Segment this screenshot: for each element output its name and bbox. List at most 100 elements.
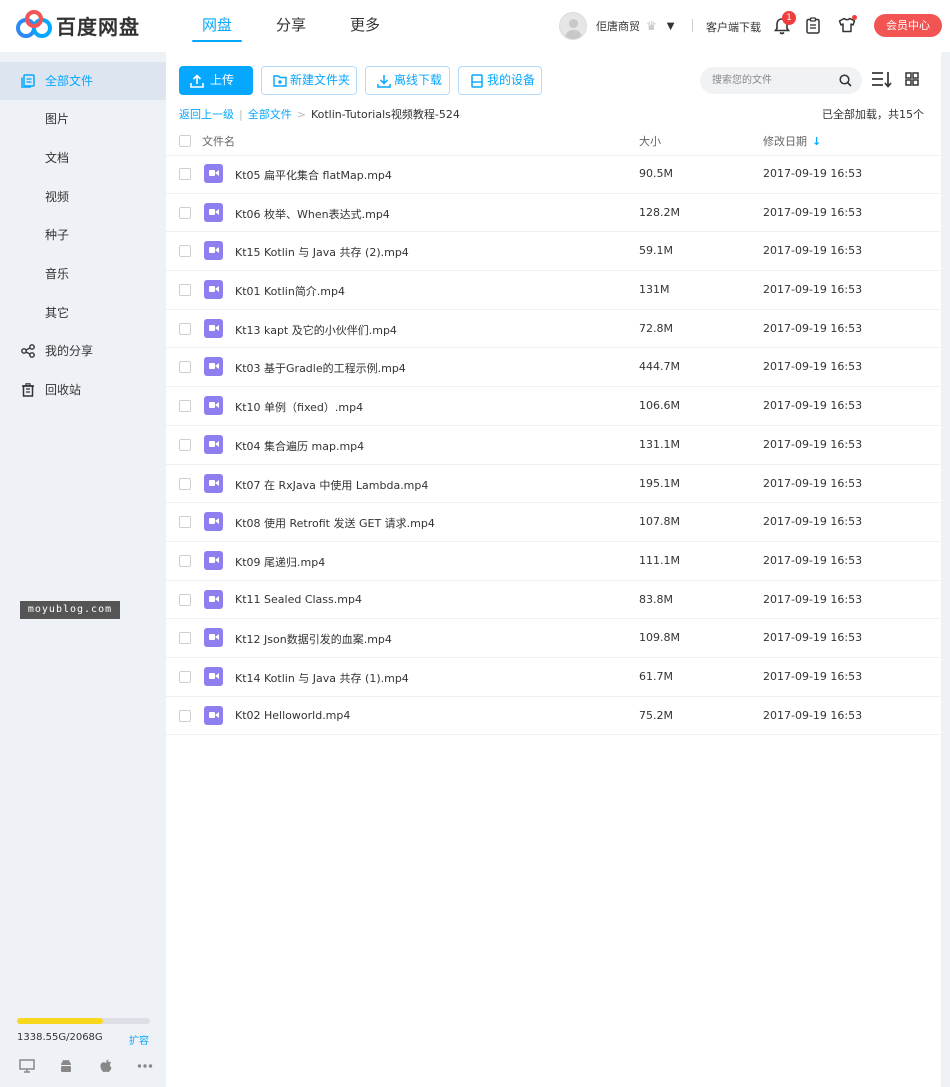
sidebar-item-label: 文档 [45, 151, 70, 165]
column-header-name[interactable]: 文件名 [202, 133, 235, 149]
sidebar-item-my-shares[interactable]: 我的分享 [0, 332, 166, 370]
file-name[interactable]: Kt07 在 RxJava 中使用 Lambda.mp4 [235, 477, 428, 493]
chevron-down-icon[interactable]: ▼ [667, 21, 675, 32]
table-row[interactable]: Kt03 基于Gradle的工程示例.mp4 444.7M 2017-09-19 1… [166, 348, 941, 388]
file-size: 59.1M [639, 244, 673, 258]
column-header-date[interactable]: 修改日期 ↓ [763, 133, 821, 149]
sidebar-item-all-files[interactable]: 全部文件 [0, 62, 166, 100]
table-row[interactable]: Kt06 枚举、When表达式.mp4 128.2M 2017-09-19 16:5… [166, 194, 941, 233]
column-header-size[interactable]: 大小 [639, 133, 661, 149]
storage-quota-bar [17, 1018, 150, 1024]
username[interactable]: 佢唐商贸 [596, 18, 640, 34]
breadcrumb-back-link[interactable]: 返回上一级 [179, 106, 234, 122]
row-checkbox[interactable] [179, 168, 191, 180]
my-devices-button[interactable]: 我的设备 [458, 66, 542, 95]
file-name[interactable]: Kt14 Kotlin 与 Java 共存 (1).mp4 [235, 670, 409, 686]
row-checkbox[interactable] [179, 361, 191, 374]
row-checkbox[interactable] [179, 670, 191, 683]
table-row[interactable]: Kt10 单例（fixed）.mp4 106.6M 2017-09-19 16:53 [166, 387, 941, 426]
grid-view-icon[interactable] [905, 72, 919, 86]
video-file-icon [204, 512, 223, 532]
sidebar-item-torrents[interactable]: 种子 [0, 216, 166, 254]
table-row[interactable]: Kt13 kapt 及它的小伙伴们.mp4 72.8M 2017-09-19 16:… [166, 310, 941, 349]
my-devices-label: 我的设备 [487, 73, 536, 87]
file-name[interactable]: Kt03 基于Gradle的工程示例.mp4 [235, 360, 406, 376]
table-row[interactable]: Kt08 使用 Retrofit 发送 GET 请求.mp4 107.8M 2017… [166, 503, 941, 542]
logo-text: 百度网盘 [56, 14, 140, 39]
sidebar-item-documents[interactable]: 文档 [0, 139, 166, 177]
logo[interactable]: 百度网盘 [16, 10, 140, 40]
row-checkbox[interactable] [179, 593, 191, 606]
row-checkbox[interactable] [179, 245, 191, 258]
offline-download-button[interactable]: 离线下载 [365, 66, 450, 95]
sidebar-item-music[interactable]: 音乐 [0, 255, 166, 293]
table-row[interactable]: Kt14 Kotlin 与 Java 共存 (1).mp4 61.7M 2017-0… [166, 658, 941, 697]
storage-quota-fill [17, 1018, 104, 1024]
file-name[interactable]: Kt01 Kotlin简介.mp4 [235, 283, 345, 299]
row-checkbox[interactable] [179, 400, 191, 413]
select-all-checkbox[interactable] [179, 135, 191, 147]
row-checkbox[interactable] [179, 284, 191, 297]
breadcrumb-all-files-link[interactable]: 全部文件 [248, 106, 292, 122]
nav-netdisk[interactable]: 网盘 [180, 0, 254, 52]
apple-icon[interactable] [98, 1059, 114, 1073]
row-checkbox[interactable] [179, 516, 191, 529]
table-row[interactable]: Kt05 扁平化集合 flatMap.mp4 90.5M 2017-09-19 16… [166, 155, 941, 194]
file-name[interactable]: Kt04 集合遍历 map.mp4 [235, 438, 364, 454]
file-name[interactable]: Kt12 Json数据引发的血案.mp4 [235, 631, 392, 647]
video-file-icon [204, 396, 223, 416]
vip-center-button[interactable]: 会员中心 [874, 14, 942, 37]
client-download-link[interactable]: 客户端下载 [706, 19, 761, 35]
sidebar-item-videos[interactable]: 视频 [0, 178, 166, 216]
sort-icon[interactable] [871, 71, 893, 88]
nav-share[interactable]: 分享 [254, 0, 328, 52]
expand-storage-link[interactable]: 扩容 [129, 1032, 149, 1047]
sidebar-item-images[interactable]: 图片 [0, 100, 166, 138]
row-checkbox[interactable] [179, 477, 191, 490]
sidebar-item-label: 回收站 [45, 383, 82, 397]
row-checkbox[interactable] [179, 322, 191, 335]
share-icon [21, 344, 35, 358]
file-name[interactable]: Kt11 Sealed Class.mp4 [235, 593, 362, 606]
user-menu[interactable]: 佢唐商贸 ♛ ▼ [559, 12, 674, 40]
desktop-icon[interactable] [19, 1059, 35, 1073]
table-row[interactable]: Kt11 Sealed Class.mp4 83.8M 2017-09-19 16:… [166, 581, 941, 620]
table-row[interactable]: Kt15 Kotlin 与 Java 共存 (2).mp4 59.1M 2017-0… [166, 232, 941, 272]
table-row[interactable]: Kt02 Helloworld.mp4 75.2M 2017-09-19 16:53 [166, 697, 941, 736]
row-checkbox[interactable] [179, 206, 191, 219]
file-name[interactable]: Kt08 使用 Retrofit 发送 GET 请求.mp4 [235, 515, 435, 531]
sidebar-item-label: 全部文件 [45, 74, 94, 88]
row-checkbox[interactable] [179, 709, 191, 722]
clipboard-icon[interactable] [806, 17, 820, 34]
table-row[interactable]: Kt09 尾递归.mp4 111.1M 2017-09-19 16:53 [166, 542, 941, 581]
sidebar-item-recycle-bin[interactable]: 回收站 [0, 371, 166, 409]
row-checkbox[interactable] [179, 554, 191, 567]
android-icon[interactable] [58, 1059, 74, 1073]
skin-new-dot [852, 15, 857, 20]
more-devices-icon[interactable] [137, 1059, 153, 1073]
file-name[interactable]: Kt05 扁平化集合 flatMap.mp4 [235, 167, 392, 183]
sidebar-item-others[interactable]: 其它 [0, 294, 166, 332]
file-name[interactable]: Kt06 枚举、When表达式.mp4 [235, 206, 390, 222]
table-row[interactable]: Kt12 Json数据引发的血案.mp4 109.8M 2017-09-19 16:… [166, 619, 941, 658]
search-input[interactable] [712, 72, 830, 89]
file-name[interactable]: Kt09 尾递归.mp4 [235, 554, 325, 570]
nav-more[interactable]: 更多 [328, 0, 402, 52]
offline-download-label: 离线下载 [394, 73, 443, 87]
avatar[interactable] [559, 12, 587, 40]
file-name[interactable]: Kt13 kapt 及它的小伙伴们.mp4 [235, 322, 397, 338]
new-folder-button[interactable]: 新建文件夹 [261, 66, 357, 95]
table-row[interactable]: Kt01 Kotlin简介.mp4 131M 2017-09-19 16:53 [166, 271, 941, 310]
search-icon[interactable] [839, 74, 852, 87]
row-checkbox[interactable] [179, 438, 191, 451]
sidebar-item-label: 其它 [45, 306, 70, 320]
file-size: 109.8M [639, 631, 680, 645]
file-size: 61.7M [639, 669, 673, 683]
table-row[interactable]: Kt04 集合遍历 map.mp4 131.1M 2017-09-19 16:53 [166, 426, 941, 465]
upload-button[interactable]: 上传 [179, 66, 253, 95]
row-checkbox[interactable] [179, 632, 191, 645]
file-name[interactable]: Kt10 单例（fixed）.mp4 [235, 399, 363, 415]
file-name[interactable]: Kt02 Helloworld.mp4 [235, 709, 350, 722]
table-row[interactable]: Kt07 在 RxJava 中使用 Lambda.mp4 195.1M 2017-0… [166, 465, 941, 504]
file-name[interactable]: Kt15 Kotlin 与 Java 共存 (2).mp4 [235, 244, 409, 260]
